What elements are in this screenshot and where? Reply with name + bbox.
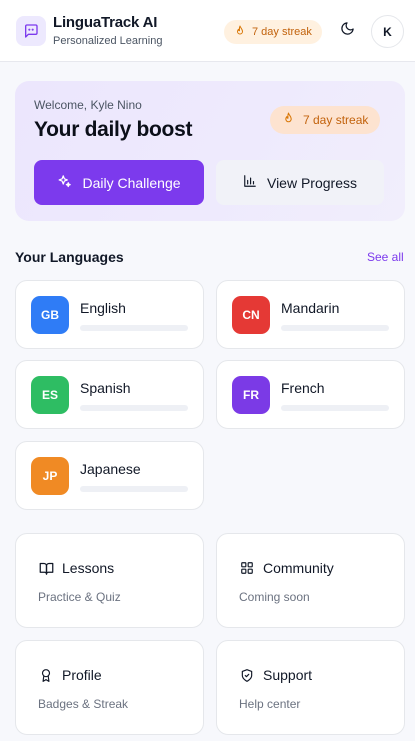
flag-badge: GB	[31, 296, 69, 334]
language-name: Mandarin	[281, 300, 340, 316]
header-streak-label: 7 day streak	[252, 26, 312, 38]
language-name: Spanish	[80, 380, 131, 396]
language-progress-bar	[281, 325, 389, 331]
tile-title: Profile	[62, 667, 102, 683]
flame-icon	[234, 25, 246, 40]
language-card-japanese[interactable]: JP Japanese	[15, 441, 204, 510]
language-card-spanish[interactable]: ES Spanish	[15, 360, 204, 429]
language-card-french[interactable]: FR French	[216, 360, 405, 429]
language-progress-bar	[80, 325, 188, 331]
flag-badge: JP	[31, 457, 69, 495]
daily-challenge-label: Daily Challenge	[82, 174, 181, 191]
view-progress-button[interactable]: View Progress	[216, 160, 384, 205]
view-progress-label: View Progress	[266, 174, 357, 191]
tile-subtitle: Help center	[239, 697, 301, 711]
hero-title: Your daily boost	[34, 118, 193, 141]
bar-chart-icon	[243, 174, 257, 191]
tile-title: Community	[263, 560, 334, 576]
language-card-mandarin[interactable]: CN Mandarin	[216, 280, 405, 349]
language-name: English	[80, 300, 126, 316]
tile-subtitle: Practice & Quiz	[38, 590, 121, 604]
app-header: LinguaTrack AI Personalized Learning 7 d…	[0, 0, 415, 62]
tile-title: Support	[263, 667, 313, 683]
see-all-link[interactable]: See all	[367, 250, 404, 264]
tile-subtitle: Badges & Streak	[38, 697, 129, 711]
language-progress-bar	[80, 486, 188, 492]
flag-badge: CN	[232, 296, 270, 334]
community-tile[interactable]: Community Coming soon	[216, 533, 405, 628]
support-tile[interactable]: Support Help center	[216, 640, 405, 735]
daily-boost-card: Welcome, Kyle Nino Your daily boost 7 da…	[15, 81, 405, 221]
hero-streak-badge: 7 day streak	[270, 106, 381, 134]
welcome-text: Welcome, Kyle Nino	[34, 98, 142, 112]
language-progress-bar	[281, 405, 389, 411]
languages-section-title: Your Languages	[15, 249, 124, 265]
user-avatar[interactable]: K	[371, 15, 404, 48]
app-title: LinguaTrack AI	[53, 14, 158, 31]
header-streak-badge: 7 day streak	[224, 20, 322, 44]
book-open-icon	[38, 560, 54, 576]
profile-tile[interactable]: Profile Badges & Streak	[15, 640, 204, 735]
daily-challenge-button[interactable]: Daily Challenge	[34, 160, 204, 205]
lessons-tile[interactable]: Lessons Practice & Quiz	[15, 533, 204, 628]
language-progress-bar	[80, 405, 188, 411]
language-name: Japanese	[80, 461, 141, 477]
tile-title: Lessons	[62, 560, 115, 576]
tile-subtitle: Coming soon	[239, 590, 310, 604]
flag-badge: FR	[232, 376, 270, 414]
shield-check-icon	[239, 667, 255, 683]
language-name: French	[281, 380, 325, 396]
bot-logo-icon[interactable]	[16, 16, 46, 46]
flame-icon	[282, 112, 295, 128]
sparkles-icon	[57, 174, 72, 192]
award-icon	[38, 667, 54, 683]
hero-streak-label: 7 day streak	[303, 113, 369, 127]
dark-mode-toggle[interactable]	[336, 20, 358, 42]
flag-badge: ES	[31, 376, 69, 414]
language-card-english[interactable]: GB English	[15, 280, 204, 349]
app-subtitle: Personalized Learning	[53, 35, 163, 47]
grid-icon	[239, 560, 255, 576]
moon-icon	[340, 21, 355, 41]
